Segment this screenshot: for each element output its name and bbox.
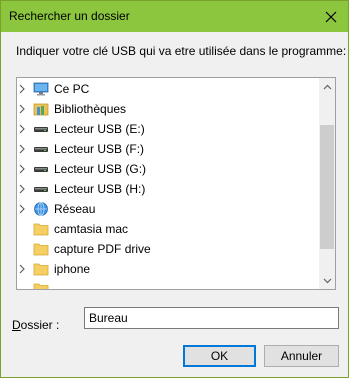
- close-button[interactable]: [314, 1, 348, 32]
- folder-label-mnemonic: D: [12, 318, 21, 332]
- tree-item-label: Lecteur USB (G:): [54, 162, 147, 176]
- tree-item-usb-h[interactable]: Lecteur USB (H:): [17, 179, 319, 199]
- folder-tree-list: Ce PC Bibliothèques Lecteur USB (E:) Lec…: [17, 79, 319, 289]
- tree-item-reseau[interactable]: Réseau: [17, 199, 319, 219]
- chevron-down-icon: [323, 278, 331, 283]
- usb-drive-icon: [34, 167, 48, 172]
- tree-item-partial[interactable]: [17, 279, 319, 289]
- close-icon: [325, 11, 337, 22]
- tree-item-capture-pdf-drive[interactable]: capture PDF drive: [17, 239, 319, 259]
- tree-item-label: iphone: [54, 262, 91, 276]
- usb-drive-icon: [34, 187, 48, 192]
- chevron-right-icon[interactable]: [18, 144, 26, 154]
- folder-input[interactable]: [84, 307, 339, 329]
- tree-item-camtasia-mac[interactable]: camtasia mac: [17, 219, 319, 239]
- scroll-up-button[interactable]: [319, 78, 335, 95]
- title-bar[interactable]: Rechercher un dossier: [1, 1, 348, 32]
- tree-item-usb-f[interactable]: Lecteur USB (F:): [17, 139, 319, 159]
- tree-item-label: Bibliothèques: [54, 102, 127, 116]
- usb-drive-icon: [34, 147, 48, 152]
- network-icon: [34, 202, 48, 216]
- vertical-scrollbar[interactable]: [319, 78, 335, 289]
- chevron-right-icon[interactable]: [18, 124, 26, 134]
- folder-icon: [33, 263, 49, 276]
- tree-item-ce-pc[interactable]: Ce PC: [17, 79, 319, 99]
- tree-item-label: capture PDF drive: [54, 242, 151, 256]
- chevron-right-icon[interactable]: [18, 84, 26, 94]
- tree-item-label: Lecteur USB (F:): [54, 142, 145, 156]
- computer-icon: [33, 82, 49, 96]
- folder-icon: [33, 223, 49, 236]
- tree-item-label: Lecteur USB (E:): [54, 122, 145, 136]
- tree-item-iphone[interactable]: iphone: [17, 259, 319, 279]
- folder-tree[interactable]: Ce PC Bibliothèques Lecteur USB (E:) Lec…: [16, 77, 336, 290]
- folder-icon: [33, 283, 49, 289]
- chevron-right-icon[interactable]: [18, 164, 26, 174]
- folder-icon: [33, 243, 49, 256]
- cancel-button[interactable]: Annuler: [264, 345, 339, 367]
- tree-item-label: Lecteur USB (H:): [54, 182, 146, 196]
- tree-item-bibliotheques[interactable]: Bibliothèques: [17, 99, 319, 119]
- ok-button[interactable]: OK: [183, 345, 256, 367]
- chevron-right-icon[interactable]: [18, 264, 26, 274]
- browse-folder-dialog: Rechercher un dossier Indiquer votre clé…: [0, 0, 349, 378]
- library-icon: [33, 103, 49, 116]
- usb-drive-icon: [34, 127, 48, 132]
- tree-item-label: Réseau: [54, 202, 96, 216]
- scrollbar-thumb[interactable]: [320, 125, 334, 249]
- tree-item-label: camtasia mac: [54, 222, 129, 236]
- tree-item-label: Ce PC: [54, 82, 90, 96]
- folder-label-rest: ossier :: [20, 318, 60, 332]
- dialog-title: Rechercher un dossier: [9, 9, 130, 23]
- chevron-right-icon[interactable]: [18, 104, 26, 114]
- chevron-up-icon: [323, 84, 331, 89]
- chevron-right-icon[interactable]: [18, 184, 26, 194]
- tree-item-usb-g[interactable]: Lecteur USB (G:): [17, 159, 319, 179]
- instruction-text: Indiquer votre clé USB qui va etre utili…: [16, 44, 347, 58]
- chevron-right-icon[interactable]: [18, 204, 26, 214]
- tree-item-usb-e[interactable]: Lecteur USB (E:): [17, 119, 319, 139]
- scroll-down-button[interactable]: [319, 272, 335, 289]
- folder-label: Dossier :: [12, 318, 59, 332]
